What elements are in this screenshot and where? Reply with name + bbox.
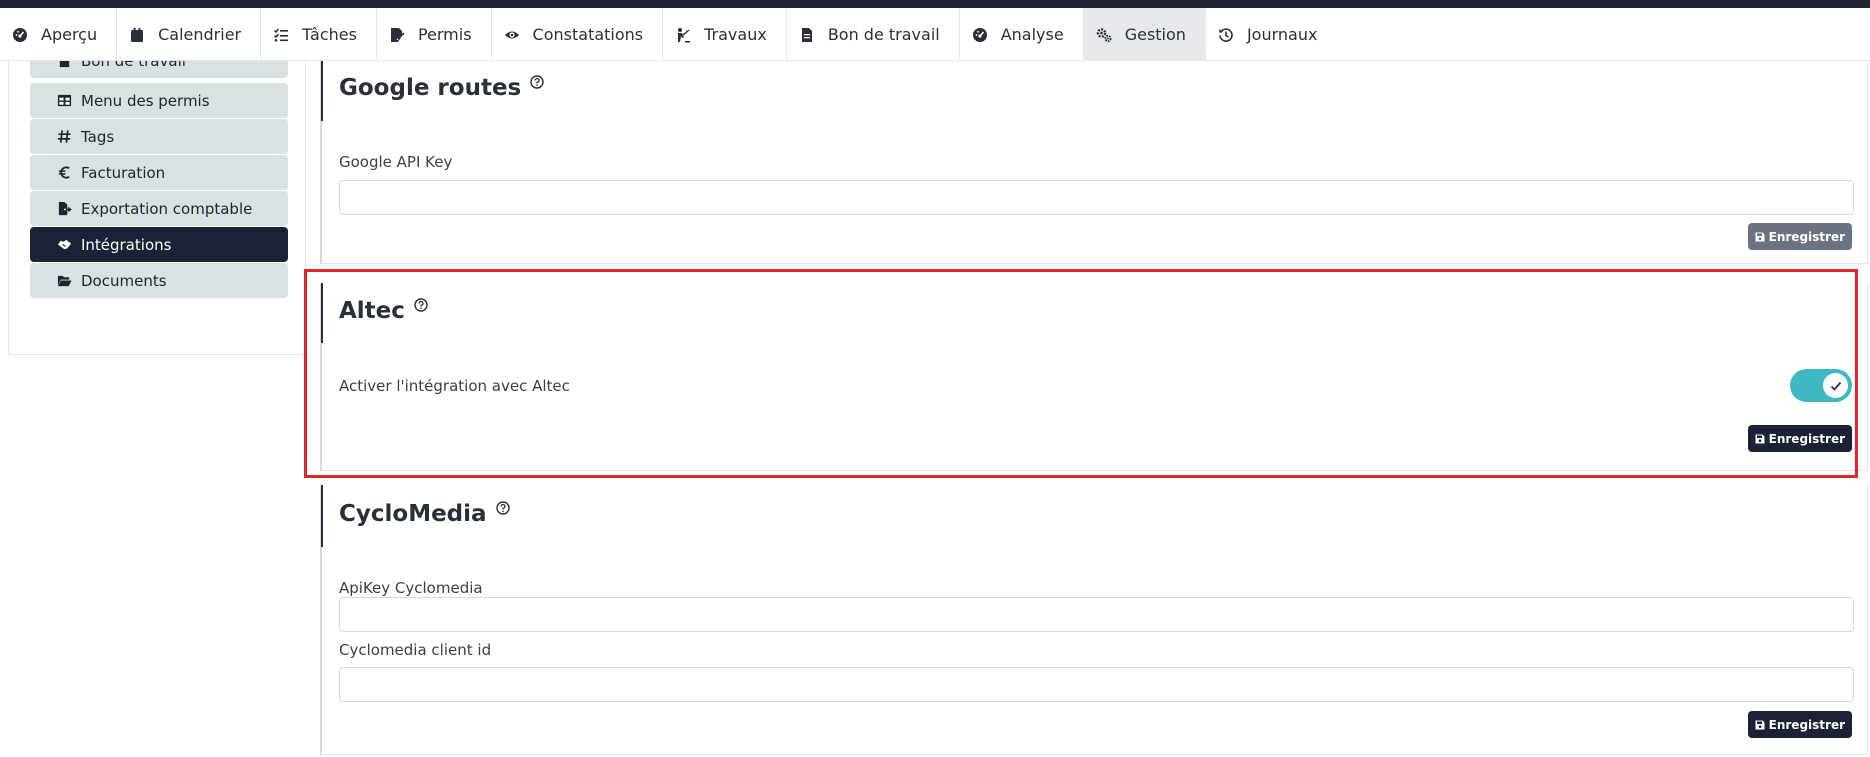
cyclomedia-save-button[interactable]: Enregistrer [1747,711,1852,738]
dashboard-icon [13,27,27,42]
gears-icon [1096,27,1112,42]
handshake-icon [57,239,72,250]
table-icon [57,94,72,107]
cyclomedia-api-key-input[interactable] [339,597,1854,632]
nav-label: Calendrier [158,25,242,44]
sidebar-item-documents[interactable]: Documents [30,263,288,298]
nav-calendrier[interactable]: Calendrier [117,8,262,61]
top-strip [0,0,1870,8]
save-icon [1755,720,1765,729]
calendar-icon [131,27,144,42]
history-icon [1218,27,1233,42]
nav-label: Journaux [1246,25,1318,44]
save-icon [1755,232,1765,241]
sidebar-item-facturation[interactable]: Facturation [30,155,288,190]
altec-card: Altec Activer l'intégration avec Altec E… [320,283,1868,471]
cyclomedia-api-key-label: ApiKey Cyclomedia [339,579,483,597]
nav-analyse[interactable]: Analyse [960,8,1084,61]
sidebar-item-label: Facturation [81,163,166,182]
nav-constatations[interactable]: Constatations [492,8,664,61]
altec-enable-toggle[interactable] [1790,369,1852,402]
nav-label: Constatations [532,25,644,44]
card-accent [321,61,323,121]
sidebar-item-tags[interactable]: Tags [30,119,288,154]
sidebar-item-label: Bon de travail [81,61,186,70]
nav-permis[interactable]: Permis [377,8,492,61]
hashtag-icon [57,130,71,143]
sidebar-item-bon-de-travail[interactable]: Bon de travail [30,61,288,78]
card-accent [321,283,323,343]
nav-label: Bon de travail [827,25,940,44]
save-icon [1755,434,1765,443]
sidebar-item-label: Intégrations [81,235,172,254]
save-button-label: Enregistrer [1768,431,1845,446]
cyclomedia-card: CycloMedia ApiKey Cyclomedia Cyclomedia … [320,485,1868,755]
sidebar-item-label: Documents [81,271,167,290]
sidebar-item-label: Menu des permis [81,91,210,110]
worker-icon [678,27,691,42]
card-title: Altec [339,298,428,324]
altec-enable-label: Activer l'intégration avec Altec [339,377,570,395]
sidebar-item-label: Tags [81,127,115,146]
nav-apercu[interactable]: Aperçu [0,8,118,61]
gauge-icon [972,27,987,42]
help-icon[interactable] [530,75,544,89]
permit-icon [390,27,405,42]
nav-label: Tâches [302,25,357,44]
nav-bon-de-travail[interactable]: Bon de travail [787,8,960,61]
file-export-icon [58,201,72,216]
nav-journaux[interactable]: Journaux [1206,8,1337,61]
nav-label: Analyse [1000,25,1064,44]
google-routes-card: Google routes Google API Key Enregistrer [320,61,1868,264]
google-save-button[interactable]: Enregistrer [1747,223,1852,250]
nav-label: Gestion [1124,25,1186,44]
nav-travaux[interactable]: Travaux [663,8,787,61]
folder-open-icon [57,275,72,287]
sidebar-item-menu-des-permis[interactable]: Menu des permis [30,83,288,118]
nav-label: Aperçu [41,25,98,44]
check-icon [1830,381,1841,391]
settings-sidebar: Bon de travail Menu des permis Tags Fact… [8,61,306,355]
nav-label: Travaux [704,25,767,44]
card-title: CycloMedia [339,501,510,527]
card-title: Google routes [339,75,544,101]
tasks-icon [274,28,289,42]
card-title-text: CycloMedia [339,501,487,527]
eye-icon [504,31,519,38]
sidebar-item-label: Exportation comptable [81,199,253,218]
nav-label: Permis [417,25,472,44]
document-icon [801,27,812,42]
save-button-label: Enregistrer [1768,717,1845,732]
cyclomedia-client-id-input[interactable] [339,667,1854,702]
sidebar-item-integrations[interactable]: Intégrations [30,227,288,262]
altec-save-button[interactable]: Enregistrer [1747,425,1852,452]
save-button-label: Enregistrer [1768,229,1845,244]
google-api-key-input[interactable] [339,180,1854,215]
cyclomedia-client-id-label: Cyclomedia client id [339,641,492,659]
toggle-knob [1823,373,1848,398]
main-navbar: Aperçu Calendrier Tâches Permis Constata… [0,8,1870,61]
nav-gestion[interactable]: Gestion [1083,8,1206,61]
help-icon[interactable] [495,501,510,515]
sidebar-item-exportation-comptable[interactable]: Exportation comptable [30,191,288,226]
document-icon [59,61,70,68]
google-api-key-label: Google API Key [339,153,453,171]
card-title-text: Altec [339,298,405,324]
nav-taches[interactable]: Tâches [261,8,377,61]
card-accent [321,485,323,547]
help-icon[interactable] [414,298,428,312]
euro-icon [58,166,70,179]
card-title-text: Google routes [339,75,522,101]
